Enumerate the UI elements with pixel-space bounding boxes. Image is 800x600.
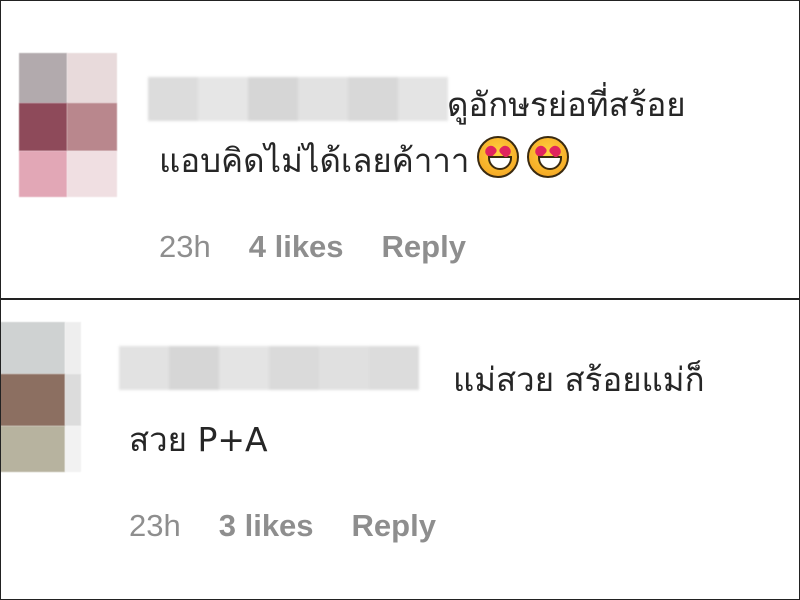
reply-button[interactable]: Reply	[352, 508, 436, 544]
comment-time: 23h	[129, 508, 181, 543]
avatar-pixel	[65, 322, 81, 374]
comment-item: ดูอักษรย่อที่สร้อย แอบคิดไม่ได้เลยค้าาา …	[0, 0, 800, 299]
username-blurred[interactable]	[119, 346, 419, 390]
comment-text-line: แอบคิดไม่ได้เลยค้าาา	[159, 141, 470, 180]
avatar-pixel	[67, 53, 117, 103]
avatar[interactable]	[19, 53, 117, 197]
avatar-pixel	[19, 151, 67, 197]
reply-button[interactable]: Reply	[382, 229, 466, 265]
comment-text: แม่สวย สร้อยแม่ก็	[453, 360, 705, 399]
avatar-pixel	[1, 426, 65, 472]
avatar-pixel	[65, 426, 81, 472]
comment-text: แอบคิดไม่ได้เลยค้าาา	[159, 133, 570, 189]
avatar-pixel	[19, 53, 67, 103]
smiling-face-with-heart-eyes-icon	[527, 136, 570, 178]
comment-meta: 23h 3 likes Reply	[129, 508, 436, 544]
comment-time: 23h	[159, 229, 211, 264]
avatar-pixel	[67, 151, 117, 197]
comment-item: แม่สวย สร้อยแม่ก็ สวย P+A 23h 3 likes Re…	[0, 299, 800, 600]
comment-text: ดูอักษรย่อที่สร้อย	[447, 85, 686, 124]
smiling-face-with-heart-eyes-icon	[477, 136, 520, 178]
avatar-pixel	[65, 374, 81, 426]
username-blurred[interactable]	[148, 77, 448, 121]
comment-text: สวย P+A	[129, 420, 268, 459]
comment-meta: 23h 4 likes Reply	[159, 229, 466, 265]
avatar-pixel	[1, 374, 65, 426]
avatar-pixel	[19, 103, 67, 151]
avatar[interactable]	[1, 322, 81, 472]
avatar-pixel	[1, 322, 65, 374]
likes-count[interactable]: 3 likes	[219, 508, 314, 544]
likes-count[interactable]: 4 likes	[249, 229, 344, 265]
avatar-pixel	[67, 103, 117, 151]
